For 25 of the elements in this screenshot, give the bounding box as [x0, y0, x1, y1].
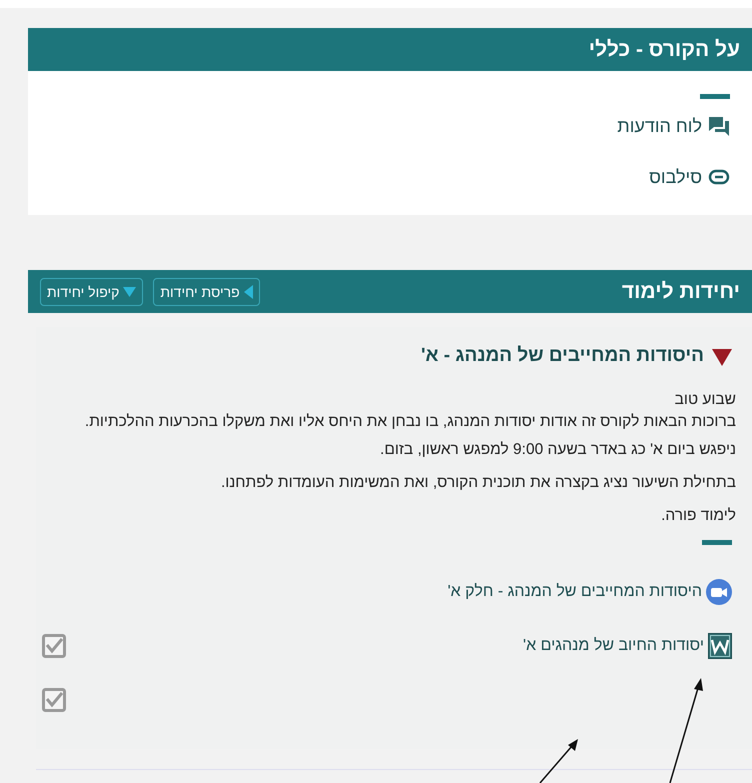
triangle-left-icon: [244, 284, 253, 298]
link-icon: [708, 169, 730, 185]
dash-mark: [700, 94, 730, 99]
collapse-button[interactable]: קיפול יחידות: [40, 278, 144, 306]
video-camera-icon: [706, 579, 732, 605]
completion-checkbox[interactable]: [42, 688, 66, 712]
activity-link[interactable]: יסודות החיוב של מנהגים א': [523, 637, 704, 655]
paragraph: לימוד פורה.: [660, 506, 736, 526]
document-icon: [708, 633, 732, 659]
triangle-down-icon: [123, 286, 136, 296]
section-title: על הקורס - כללי: [588, 38, 740, 62]
paragraph: ברוכות הבאות לקורס זה אודות יסודות המנהג, בו נבחן את היחס אליו ואת משקלו בהכרעות ההלכתיות.: [84, 412, 736, 432]
section-title: יחידות לימוד: [622, 280, 740, 304]
completion-checkbox[interactable]: [42, 634, 66, 658]
paragraph: שבוע טוב: [674, 390, 736, 410]
course-link[interactable]: לוח הודעות: [617, 116, 702, 136]
paragraph: בתחילת השיעור נציג בקצרה את תוכנית הקורס, ואת המשימות העומדות לפתחנו.: [220, 473, 736, 493]
chat-icon: [708, 115, 730, 137]
paragraph: ניפגש ביום א' כג באדר בשעה 9:00 למפגש ראשון, בזום.: [379, 440, 736, 460]
unit-title: היסודות המחייבים של המנהג - א': [421, 345, 704, 367]
course-link[interactable]: סילבוס: [649, 166, 702, 188]
activity-link[interactable]: היסודות המחייבים של המנהג - חלק א': [448, 583, 702, 601]
dash-mark: [702, 540, 732, 545]
triangle-down-icon[interactable]: [712, 346, 732, 366]
expand-button[interactable]: פריסת יחידות: [153, 278, 260, 306]
